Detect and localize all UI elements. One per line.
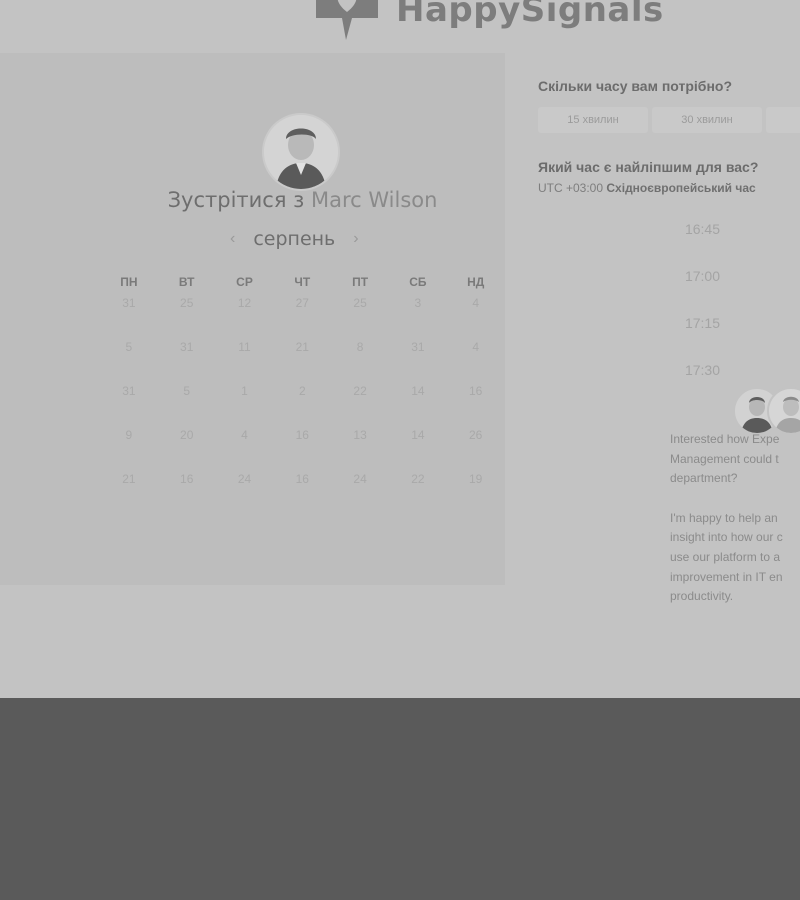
calendar-day[interactable]: 1: [216, 381, 274, 425]
time-slot[interactable]: 16:45: [650, 210, 755, 248]
timezone-selector[interactable]: UTC +03:00 Східноєвропейський час: [538, 181, 756, 195]
time-slot[interactable]: 17:30: [650, 351, 755, 389]
time-slot[interactable]: 17:00: [650, 257, 755, 295]
calendar-day[interactable]: 16: [447, 381, 505, 425]
calendar-day[interactable]: 25: [331, 293, 389, 337]
calendar-day[interactable]: 4: [447, 293, 505, 337]
duration-question: Скільки часу вам потрібно?: [538, 78, 733, 94]
calendar-day[interactable]: 4: [447, 337, 505, 381]
calendar-day[interactable]: 19: [447, 469, 505, 513]
calendar-day[interactable]: 13: [331, 425, 389, 469]
duration-option-60[interactable]: 1: [766, 107, 800, 133]
calendar-day[interactable]: 14: [389, 425, 447, 469]
meeting-title: Зустрітися з Marc Wilson: [0, 188, 605, 212]
current-month: серпень: [253, 228, 336, 250]
overlay-footer: [0, 698, 800, 900]
timezone-offset: UTC +03:00: [538, 181, 604, 195]
description-paragraph: Interested how Expe Management could t d…: [670, 432, 780, 486]
time-slot[interactable]: 17:15: [650, 304, 755, 342]
month-navigation: ‹ серпень ›: [230, 228, 359, 250]
calendar-day[interactable]: 16: [158, 469, 216, 513]
calendar-days-grid: 31 25 12 27 25 3 4 5 31 11 21 8 31 4 31 5 1 2 22 14 16 9 20 4 16…: [100, 293, 505, 513]
time-slot-list: 16:45 17:00 17:15 17:30: [650, 210, 755, 398]
calendar-day[interactable]: 8: [331, 337, 389, 381]
chevron-left-icon[interactable]: ‹: [230, 230, 235, 248]
duration-option-15[interactable]: 15 хвилин: [538, 107, 648, 133]
weekday-label: СБ: [409, 275, 427, 289]
calendar-day[interactable]: 21: [273, 337, 331, 381]
calendar-day[interactable]: 22: [389, 469, 447, 513]
duration-option-30[interactable]: 30 хвилин: [652, 107, 762, 133]
calendar-day[interactable]: 2: [273, 381, 331, 425]
calendar-day[interactable]: 11: [216, 337, 274, 381]
calendar-day[interactable]: 5: [158, 381, 216, 425]
calendar-day[interactable]: 25: [158, 293, 216, 337]
weekday-label: ВТ: [178, 275, 195, 289]
timezone-name: Східноєвропейський час: [606, 181, 756, 195]
calendar-day[interactable]: 4: [216, 425, 274, 469]
calendar-day[interactable]: 31: [158, 337, 216, 381]
calendar-day[interactable]: 16: [273, 469, 331, 513]
calendar-panel: Зустрітися з Marc Wilson ‹ серпень › ПН …: [0, 53, 505, 585]
calendar-day[interactable]: 9: [100, 425, 158, 469]
weekday-header: ПН ВТ СР ЧТ ПТ СБ НД: [100, 275, 505, 289]
calendar-day[interactable]: 31: [100, 293, 158, 337]
time-question: Який час є найліпшим для вас?: [538, 159, 759, 175]
calendar-day[interactable]: 5: [100, 337, 158, 381]
speech-bubble-heart-icon: [312, 0, 382, 40]
calendar-day[interactable]: 24: [331, 469, 389, 513]
calendar-day[interactable]: 21: [100, 469, 158, 513]
calendar-day[interactable]: 22: [331, 381, 389, 425]
weekday-label: ЧТ: [294, 275, 311, 289]
calendar-day[interactable]: 24: [216, 469, 274, 513]
description-paragraph: I'm happy to help an insight into how ou…: [670, 510, 783, 604]
team-avatars: [733, 387, 800, 435]
calendar-day[interactable]: 14: [389, 381, 447, 425]
calendar-day[interactable]: 26: [447, 425, 505, 469]
booking-page: HappySignals Зустрітися з Marc Wilson ‹ …: [0, 0, 800, 698]
calendar-day[interactable]: 3: [389, 293, 447, 337]
calendar-day[interactable]: 27: [273, 293, 331, 337]
weekday-label: СР: [236, 275, 253, 289]
calendar-day[interactable]: 16: [273, 425, 331, 469]
weekday-label: ПН: [120, 275, 138, 289]
calendar-day[interactable]: 31: [100, 381, 158, 425]
chevron-right-icon[interactable]: ›: [353, 230, 358, 248]
calendar-day[interactable]: 31: [389, 337, 447, 381]
calendar-day[interactable]: 12: [216, 293, 274, 337]
calendar-day[interactable]: 20: [158, 425, 216, 469]
host-name: Marc Wilson: [310, 188, 438, 212]
weekday-label: ПТ: [352, 275, 369, 289]
host-avatar: [264, 115, 338, 189]
duration-options: 15 хвилин 30 хвилин 1: [538, 107, 800, 133]
meeting-title-prefix: Зустрітися з: [167, 188, 311, 212]
logo-wordmark: HappySignals: [396, 0, 664, 30]
weekday-label: НД: [467, 275, 485, 289]
happysignals-logo: HappySignals: [312, 0, 664, 40]
meeting-description: Interested how Expe Management could t d…: [670, 430, 800, 627]
